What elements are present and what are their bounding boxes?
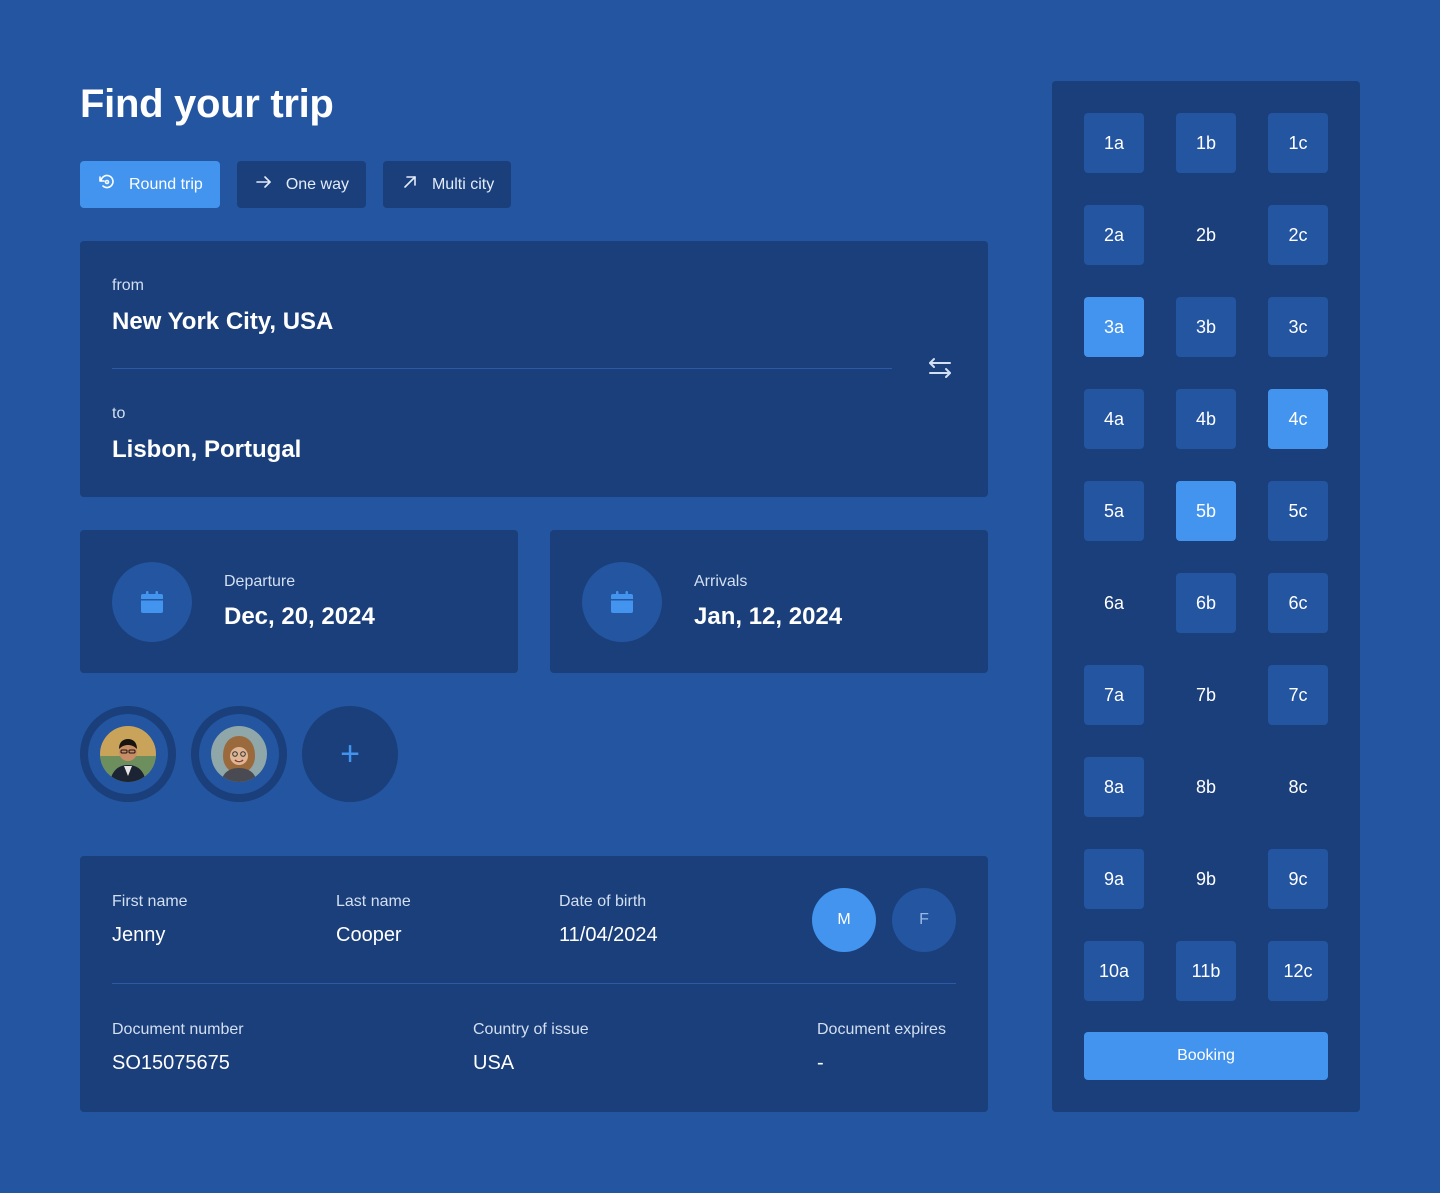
- route-card: from New York City, USA to Lisbon, Portu…: [80, 241, 988, 497]
- avatar: [100, 726, 156, 782]
- passenger-avatar-man[interactable]: [80, 706, 176, 802]
- seat-5a[interactable]: 5a: [1084, 481, 1144, 541]
- seat-4a[interactable]: 4a: [1084, 389, 1144, 449]
- country-field[interactable]: USA: [473, 1052, 514, 1075]
- departure-date: Dec, 20, 2024: [224, 603, 375, 630]
- seat-4c[interactable]: 4c: [1268, 389, 1328, 449]
- dob-field[interactable]: 11/04/2024: [559, 924, 658, 947]
- seat-6a: 6a: [1103, 592, 1125, 613]
- traveler-details-card: First name Jenny Last name Cooper Date o…: [80, 856, 988, 1112]
- avatar: [211, 726, 267, 782]
- arrival-label: Arrivals: [694, 573, 748, 590]
- tab-label: One way: [285, 175, 349, 193]
- seat-3a[interactable]: 3a: [1084, 297, 1144, 357]
- seat-11b[interactable]: 11b: [1176, 941, 1236, 1001]
- arrow-up-right-icon: [400, 172, 420, 197]
- tab-label: Multi city: [431, 175, 495, 193]
- add-passenger-button[interactable]: +: [302, 706, 398, 802]
- seat-7b: 7b: [1195, 684, 1217, 705]
- seat-10a[interactable]: 10a: [1084, 941, 1144, 1001]
- first-name-field[interactable]: Jenny: [112, 924, 165, 947]
- seat-7a[interactable]: 7a: [1084, 665, 1144, 725]
- calendar-icon: [582, 562, 662, 642]
- calendar-icon: [112, 562, 192, 642]
- seat-9a[interactable]: 9a: [1084, 849, 1144, 909]
- document-expires-label: Document expires: [817, 1021, 946, 1038]
- swap-icon[interactable]: [926, 354, 954, 382]
- gender-female-button[interactable]: F: [892, 888, 956, 952]
- seat-grid: 1a 1b 1c 2a 2b 2c 3a 3b 3c 4a 4b 4c 5a 5b 5c 6a 6b 6c 7a 7b…: [1084, 113, 1328, 1001]
- seat-8c: 8c: [1288, 776, 1308, 797]
- from-field[interactable]: New York City, USA: [112, 308, 333, 336]
- seat-3b[interactable]: 3b: [1176, 297, 1236, 357]
- booking-button[interactable]: Booking: [1084, 1032, 1328, 1080]
- arrival-card[interactable]: Arrivals Jan, 12, 2024: [550, 530, 988, 673]
- first-name-label: First name: [112, 893, 188, 910]
- seat-6b[interactable]: 6b: [1176, 573, 1236, 633]
- seat-9b: 9b: [1195, 868, 1217, 889]
- seat-9c[interactable]: 9c: [1268, 849, 1328, 909]
- arrival-date: Jan, 12, 2024: [694, 603, 843, 630]
- seat-1a[interactable]: 1a: [1084, 113, 1144, 173]
- departure-label: Departure: [224, 573, 296, 590]
- tab-label: Round trip: [129, 175, 203, 193]
- seat-2b: 2b: [1195, 224, 1217, 245]
- last-name-label: Last name: [336, 893, 411, 910]
- seat-2a[interactable]: 2a: [1084, 205, 1144, 265]
- to-field[interactable]: Lisbon, Portugal: [112, 436, 301, 464]
- trip-type-tabs: Round trip One way Multi city: [80, 161, 512, 208]
- seat-7c[interactable]: 7c: [1268, 665, 1328, 725]
- document-number-label: Document number: [112, 1021, 244, 1038]
- tab-round-trip[interactable]: Round trip: [80, 161, 220, 208]
- passenger-avatar-woman[interactable]: [191, 706, 287, 802]
- seat-4b[interactable]: 4b: [1176, 389, 1236, 449]
- seat-8b: 8b: [1195, 776, 1217, 797]
- document-number-field[interactable]: SO15075675: [112, 1052, 230, 1075]
- last-name-field[interactable]: Cooper: [336, 924, 402, 947]
- arrow-right-icon: [254, 172, 274, 197]
- seat-1c[interactable]: 1c: [1268, 113, 1328, 173]
- passenger-list: +: [80, 706, 398, 802]
- seat-5c[interactable]: 5c: [1268, 481, 1328, 541]
- seat-1b[interactable]: 1b: [1176, 113, 1236, 173]
- seat-6c[interactable]: 6c: [1268, 573, 1328, 633]
- page-title: Find your trip: [80, 82, 334, 126]
- seat-map-panel: 1a 1b 1c 2a 2b 2c 3a 3b 3c 4a 4b 4c 5a 5b 5c 6a 6b 6c 7a 7b…: [1052, 81, 1360, 1112]
- document-expires-field[interactable]: -: [817, 1052, 824, 1075]
- to-label: to: [112, 405, 126, 422]
- seat-5b[interactable]: 5b: [1176, 481, 1236, 541]
- from-label: from: [112, 277, 144, 294]
- seat-12c[interactable]: 12c: [1268, 941, 1328, 1001]
- dob-label: Date of birth: [559, 893, 647, 910]
- seat-3c[interactable]: 3c: [1268, 297, 1328, 357]
- departure-card[interactable]: Departure Dec, 20, 2024: [80, 530, 518, 673]
- round-trip-icon: [97, 172, 117, 197]
- tab-one-way[interactable]: One way: [236, 161, 366, 208]
- gender-male-button[interactable]: M: [812, 888, 876, 952]
- country-label: Country of issue: [473, 1021, 589, 1038]
- seat-2c[interactable]: 2c: [1268, 205, 1328, 265]
- tab-multi-city[interactable]: Multi city: [382, 161, 512, 208]
- seat-8a[interactable]: 8a: [1084, 757, 1144, 817]
- divider: [112, 983, 956, 984]
- divider: [112, 368, 892, 369]
